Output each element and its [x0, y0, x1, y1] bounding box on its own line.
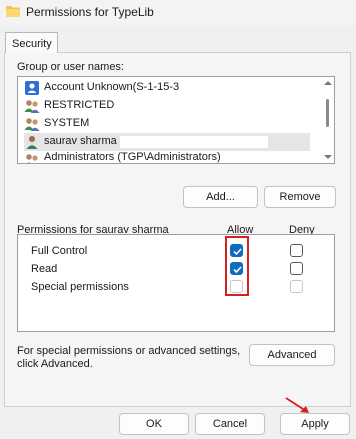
unknown-account-icon	[25, 81, 39, 95]
permission-name: Full Control	[31, 245, 88, 257]
user-name: Administrators (TGP\Administrators)	[44, 151, 221, 163]
user-name: saurav sharma	[44, 135, 117, 147]
remove-button[interactable]: Remove	[264, 186, 336, 208]
advanced-button[interactable]: Advanced	[249, 344, 335, 366]
redaction-box	[120, 136, 268, 148]
user-name: RESTRICTED	[44, 99, 115, 111]
vertical-scrollbar[interactable]	[323, 79, 333, 161]
title-bar: Permissions for TypeLib	[0, 0, 356, 26]
cancel-button[interactable]: Cancel	[195, 413, 265, 435]
permission-name: Read	[31, 263, 58, 275]
list-item-selected[interactable]: saurav sharma	[24, 133, 310, 151]
group-icon	[26, 154, 38, 163]
group-list-label: Group or user names:	[17, 61, 124, 73]
add-button[interactable]: Add...	[183, 186, 258, 208]
window-title: Permissions for TypeLib	[26, 5, 154, 19]
advanced-description: For special permissions or advanced sett…	[17, 345, 241, 370]
deny-special-permissions-checkbox	[290, 280, 303, 293]
group-icon	[24, 100, 40, 113]
list-item[interactable]: RESTRICTED	[24, 97, 310, 115]
scroll-thumb[interactable]	[326, 99, 329, 127]
list-item[interactable]: Account Unknown(S-1-15-3	[24, 79, 310, 97]
user-icon	[26, 136, 38, 149]
folder-icon	[6, 6, 20, 17]
permission-name: Special permissions	[31, 281, 129, 293]
annotation-arrow-icon	[285, 397, 309, 413]
ok-button[interactable]: OK	[119, 413, 189, 435]
group-icon	[24, 118, 40, 131]
scroll-up-icon[interactable]	[324, 81, 332, 85]
deny-full-control-checkbox[interactable]	[290, 244, 303, 257]
user-name: SYSTEM	[44, 117, 90, 129]
deny-read-checkbox[interactable]	[290, 262, 303, 275]
user-list[interactable]: Account Unknown(S-1-15-3 RESTRICTED SYST…	[17, 76, 335, 164]
allow-column-highlight	[225, 236, 249, 296]
list-item[interactable]: Administrators (TGP\Administrators)	[24, 151, 310, 163]
list-item[interactable]: SYSTEM	[24, 115, 310, 133]
tab-security[interactable]: Security	[5, 32, 58, 53]
scroll-down-icon[interactable]	[324, 155, 332, 159]
user-name: Account Unknown(S-1-15-3	[44, 81, 180, 93]
apply-button[interactable]: Apply	[280, 413, 350, 435]
